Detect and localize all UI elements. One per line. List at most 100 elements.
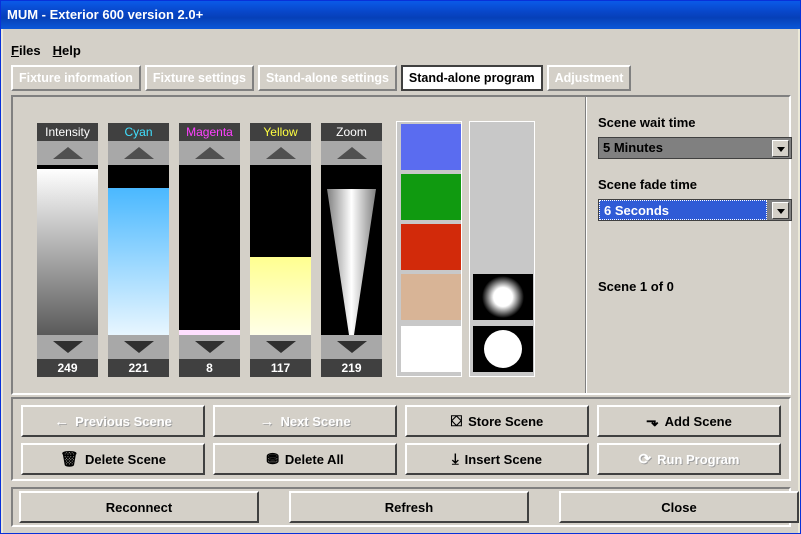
slider-label: Magenta <box>179 123 240 141</box>
triangle-down-icon <box>195 341 225 353</box>
slider-intensity[interactable]: Intensity 249 <box>33 123 100 377</box>
slider-label: Yellow <box>250 123 311 141</box>
program-panel: Intensity 249 Cyan 221 Magenta 8 Yellow 117 Zoom… <box>11 95 792 395</box>
close-button[interactable]: Close <box>559 491 799 523</box>
triangle-up-icon <box>195 147 225 159</box>
app-window: MUM - Exterior 600 version 2.0+ Files He… <box>0 0 801 534</box>
slider-value: 8 <box>179 359 240 377</box>
slider-down-button[interactable] <box>37 335 98 359</box>
slider-up-button[interactable] <box>37 141 98 165</box>
menu-help[interactable]: Help <box>53 43 81 61</box>
store-scene-button[interactable]: ⛋ Store Scene <box>405 405 589 437</box>
triangle-up-icon <box>266 147 296 159</box>
slider-down-button[interactable] <box>108 335 169 359</box>
slider-value: 249 <box>37 359 98 377</box>
color-swatch[interactable] <box>401 224 461 270</box>
title-bar: MUM - Exterior 600 version 2.0+ <box>1 1 800 29</box>
panel-separator <box>585 97 587 393</box>
slider-magenta[interactable]: Magenta 8 <box>175 123 242 377</box>
scene-actions: ← Previous Scene → Next Scene ⛋ Store Scene… <box>11 397 791 481</box>
slider-up-button[interactable] <box>321 141 382 165</box>
menu-files[interactable]: Files <box>11 43 41 61</box>
slider-down-button[interactable] <box>250 335 311 359</box>
tab-fixture-settings[interactable]: Fixture settings <box>144 65 254 91</box>
slider-down-button[interactable] <box>321 335 382 359</box>
previous-scene-button[interactable]: ← Previous Scene <box>21 405 205 437</box>
scene-wait-select[interactable]: 5 Minutes <box>598 137 792 159</box>
slider-value: 221 <box>108 359 169 377</box>
bottom-bar: Reconnect Refresh Close <box>11 487 799 527</box>
delete-scene-button[interactable]: 🗑 Delete Scene <box>21 443 205 475</box>
color-swatch[interactable] <box>401 274 461 320</box>
arrow-right-icon: → <box>259 412 275 430</box>
scene-fade-select[interactable]: 6 Seconds <box>598 199 792 221</box>
triangle-up-icon <box>124 147 154 159</box>
tab-strip: Fixture information Fixture settings Sta… <box>11 65 635 91</box>
slider-zoom[interactable]: Zoom 219 <box>317 123 384 377</box>
color-swatch[interactable] <box>401 326 461 372</box>
color-swatch[interactable] <box>401 174 461 220</box>
add-scene-button[interactable]: ⬎ Add Scene <box>597 405 781 437</box>
color-swatch[interactable] <box>401 124 461 170</box>
trash-all-icon: ⛃ <box>266 451 279 468</box>
slider-track[interactable] <box>179 165 240 335</box>
add-icon: ⬎ <box>646 413 659 430</box>
trash-icon: 🗑 <box>60 451 80 468</box>
slider-yellow[interactable]: Yellow 117 <box>246 123 313 377</box>
arrow-left-icon: ← <box>54 412 70 430</box>
scene-wait-value: 5 Minutes <box>603 140 663 155</box>
slider-up-button[interactable] <box>179 141 240 165</box>
next-scene-button[interactable]: → Next Scene <box>213 405 397 437</box>
slider-fill <box>250 256 311 335</box>
slider-label: Intensity <box>37 123 98 141</box>
scene-fade-value: 6 Seconds <box>599 200 767 220</box>
triangle-down-icon <box>124 341 154 353</box>
slider-fill <box>108 187 169 335</box>
slider-cyan[interactable]: Cyan 221 <box>104 123 171 377</box>
menu-bar: Files Help <box>11 43 81 61</box>
store-icon: ⛋ <box>450 412 463 430</box>
insert-icon: ⤓ <box>452 450 459 468</box>
gobo-column <box>469 121 535 377</box>
zoom-beam-shape <box>327 188 376 335</box>
soft-spot-gobo-icon[interactable] <box>473 274 533 320</box>
hard-spot-graphic <box>484 330 522 368</box>
soft-spot-graphic <box>482 276 524 318</box>
slider-label: Cyan <box>108 123 169 141</box>
chevron-down-icon[interactable] <box>772 202 789 219</box>
main-frame: Files Help Fixture information Fixture s… <box>3 29 799 533</box>
insert-scene-button[interactable]: ⤓ Insert Scene <box>405 443 589 475</box>
reconnect-button[interactable]: Reconnect <box>19 491 259 523</box>
tab-standalone-program[interactable]: Stand-alone program <box>400 65 543 91</box>
slider-track[interactable] <box>108 165 169 335</box>
slider-up-button[interactable] <box>250 141 311 165</box>
scene-wait-label: Scene wait time <box>598 115 696 130</box>
scene-fade-label: Scene fade time <box>598 177 697 192</box>
slider-value: 219 <box>321 359 382 377</box>
tab-adjustment[interactable]: Adjustment <box>546 65 632 91</box>
slider-down-button[interactable] <box>179 335 240 359</box>
triangle-down-icon <box>337 341 367 353</box>
triangle-down-icon <box>266 341 296 353</box>
slider-track[interactable] <box>37 165 98 335</box>
slider-track[interactable] <box>250 165 311 335</box>
chevron-down-icon[interactable] <box>772 140 789 157</box>
run-program-button[interactable]: ⟳ Run Program <box>597 443 781 475</box>
slider-label: Zoom <box>321 123 382 141</box>
triangle-up-icon <box>337 147 367 159</box>
scene-counter: Scene 1 of 0 <box>598 279 674 294</box>
run-icon: ⟳ <box>638 451 652 468</box>
refresh-button[interactable]: Refresh <box>289 491 529 523</box>
triangle-down-icon <box>53 341 83 353</box>
slider-track[interactable] <box>321 165 382 335</box>
slider-fill <box>37 168 98 335</box>
color-wheel-column <box>396 121 462 377</box>
slider-up-button[interactable] <box>108 141 169 165</box>
tab-fixture-information[interactable]: Fixture information <box>11 65 141 91</box>
slider-value: 117 <box>250 359 311 377</box>
tab-standalone-settings[interactable]: Stand-alone settings <box>257 65 397 91</box>
delete-all-button[interactable]: ⛃ Delete All <box>213 443 397 475</box>
hard-spot-gobo-icon[interactable] <box>473 326 533 372</box>
zoom-beam-graphic <box>327 188 376 335</box>
triangle-up-icon <box>53 147 83 159</box>
